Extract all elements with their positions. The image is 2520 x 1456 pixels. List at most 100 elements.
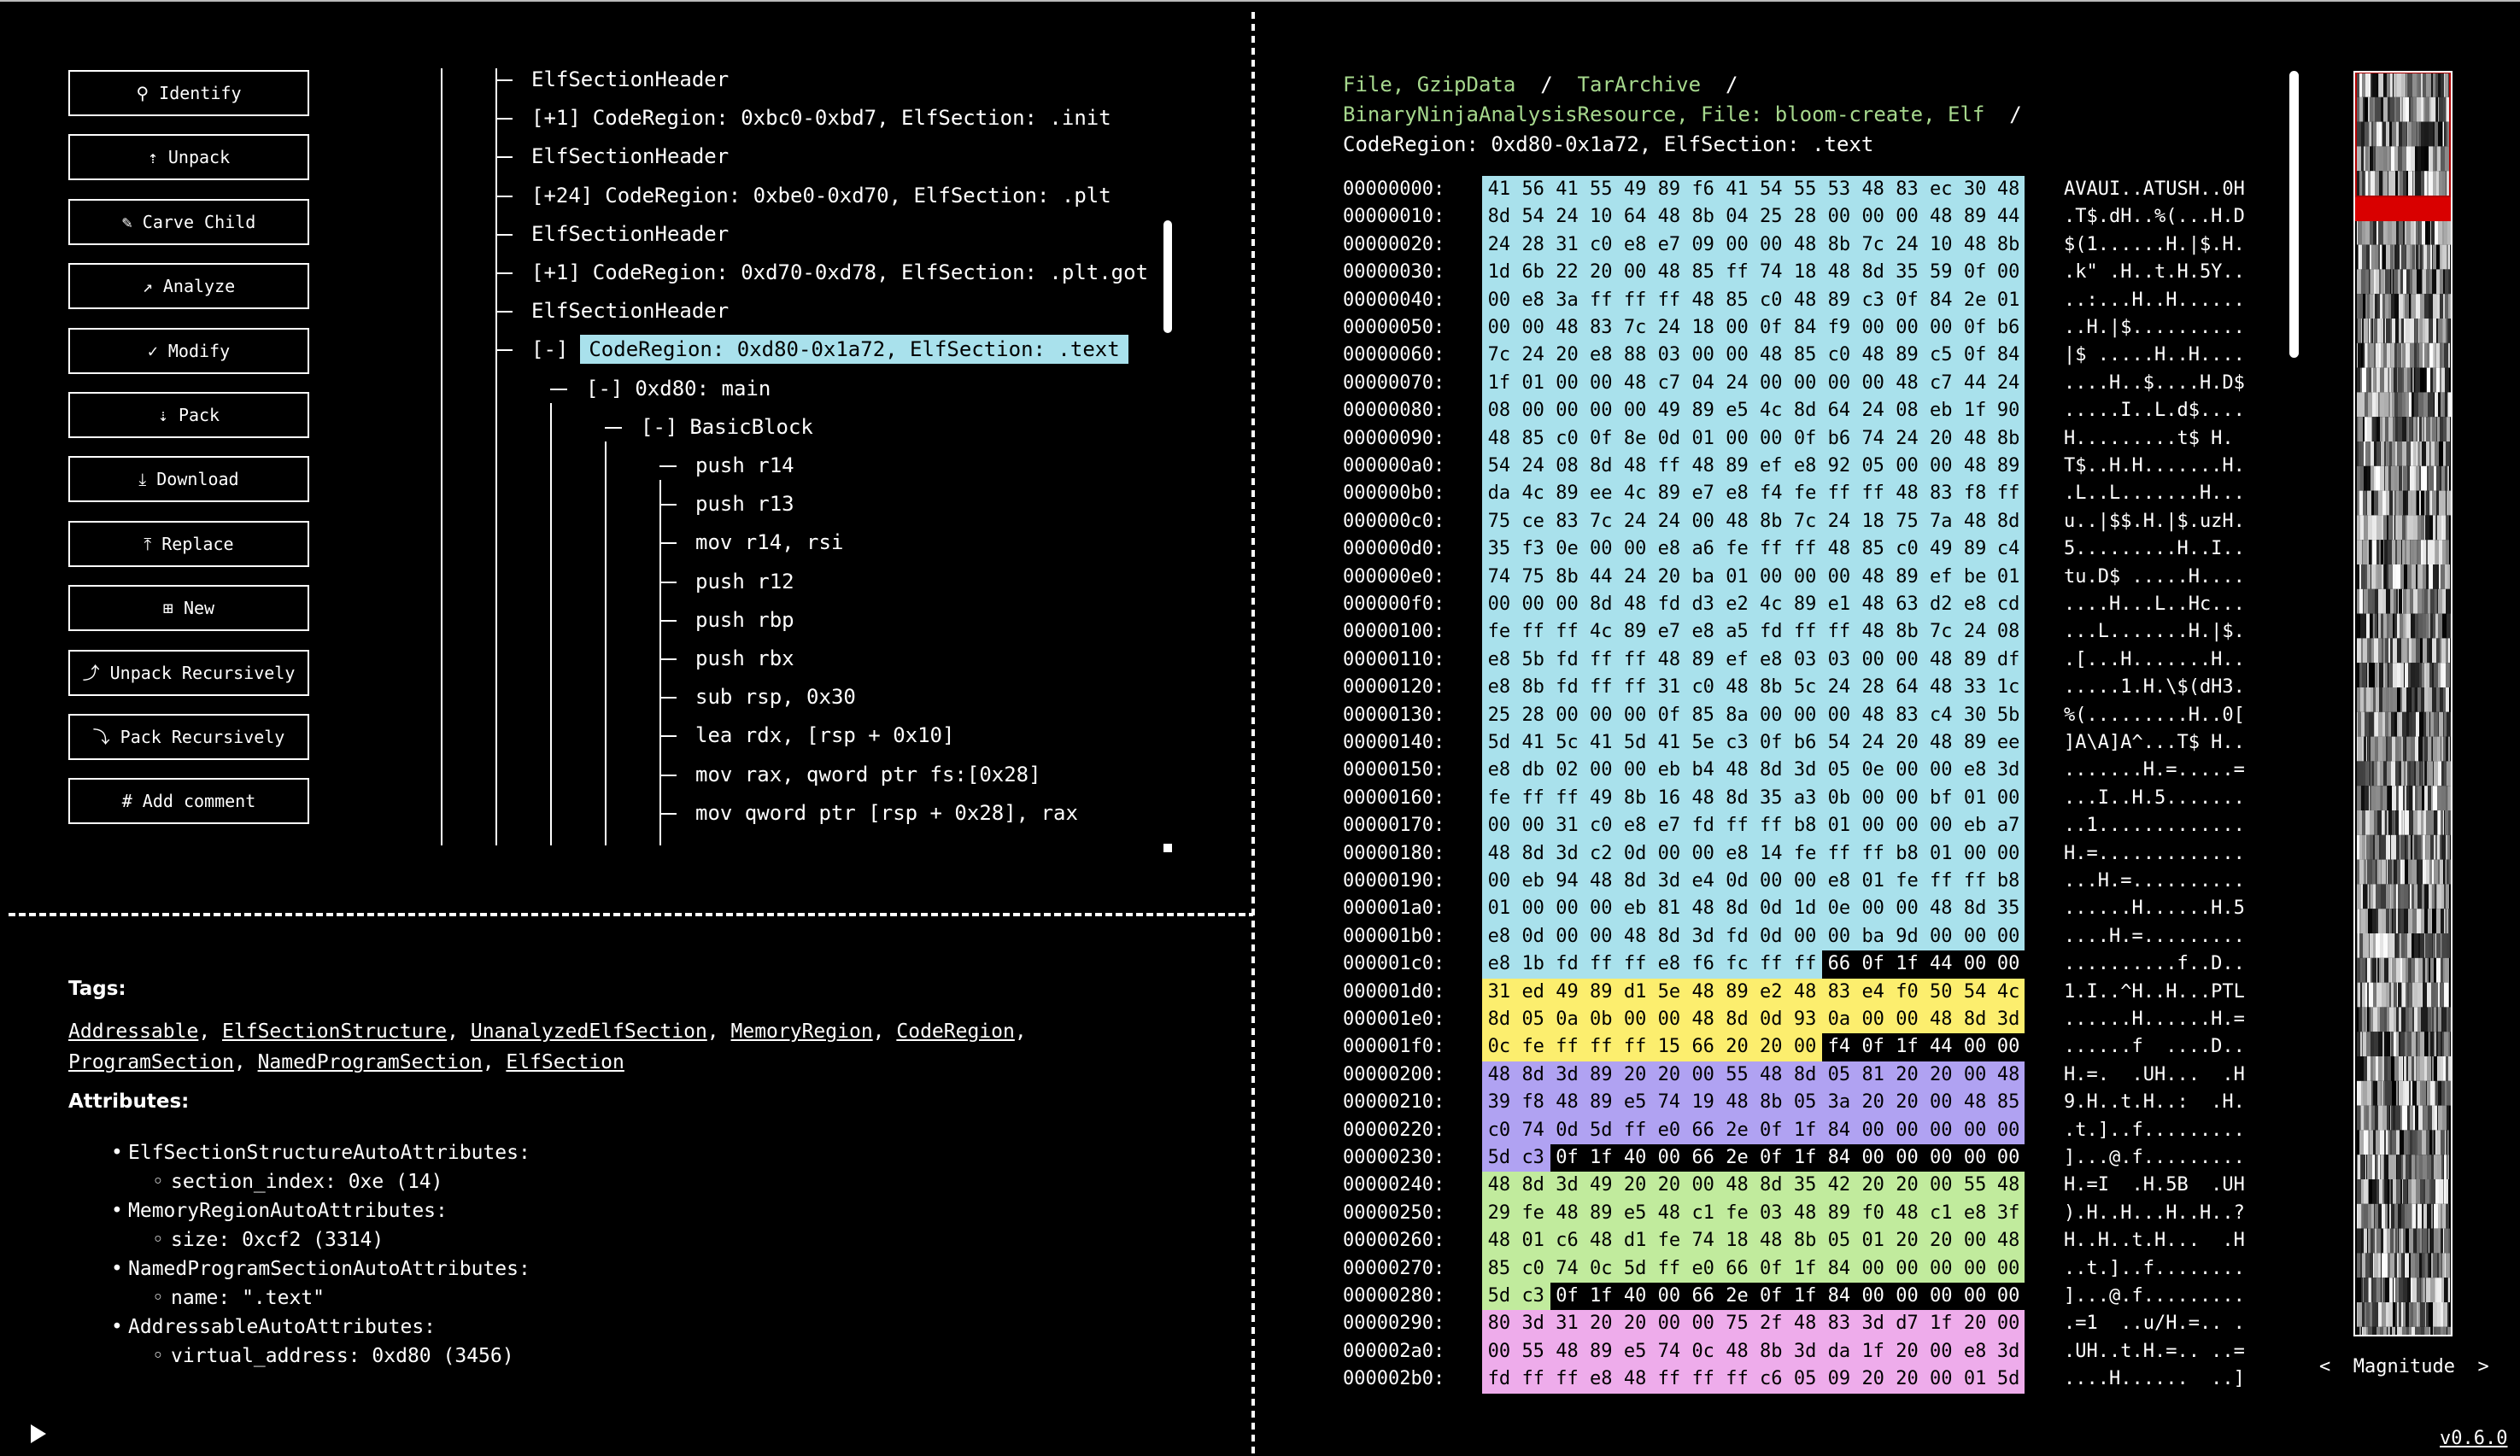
hex-byte[interactable]: 00	[1515, 895, 1550, 923]
hex-byte[interactable]: 0f	[1652, 701, 1686, 729]
hex-byte[interactable]: ff	[1855, 480, 1890, 508]
hex-byte[interactable]: 00	[1924, 922, 1959, 951]
hex-byte[interactable]: 5c	[1550, 729, 1585, 757]
hex-byte[interactable]: 8d	[1515, 1172, 1550, 1200]
hex-byte[interactable]: fd	[1685, 812, 1720, 840]
hex-byte[interactable]: 2e	[1720, 1144, 1755, 1172]
hex-byte[interactable]: 8a	[1720, 701, 1755, 729]
hex-byte[interactable]: 00	[1890, 1116, 1925, 1144]
hex-byte[interactable]: 05	[1822, 1061, 1856, 1090]
hex-byte[interactable]: 00	[1992, 950, 2025, 979]
hex-byte[interactable]: 28	[1788, 203, 1822, 231]
hex-byte[interactable]: ef	[1720, 646, 1755, 675]
hex-byte[interactable]: 66	[1685, 1144, 1720, 1172]
hex-byte[interactable]: 48	[1584, 868, 1619, 896]
hex-byte[interactable]: 48	[1890, 1199, 1925, 1228]
minimap-viewport-highlight[interactable]	[2355, 196, 2451, 221]
hex-byte[interactable]: 8d	[1855, 259, 1890, 287]
hex-byte[interactable]: 8d	[1754, 1172, 1789, 1200]
hex-byte[interactable]: 24	[1652, 507, 1686, 536]
hex-byte[interactable]: 00	[1482, 812, 1516, 840]
hex-byte[interactable]: 00	[1890, 757, 1925, 785]
hex-byte[interactable]: 4c	[1515, 480, 1550, 508]
hex-byte[interactable]: fe	[1788, 480, 1822, 508]
hex-scrollbar[interactable]	[2289, 71, 2299, 358]
hex-byte[interactable]: 74	[1855, 424, 1890, 453]
hex-byte[interactable]: e5	[1618, 1199, 1652, 1228]
hex-bytes[interactable]: e8 5b fd ff ff 48 89 ef e8 03 03 00 00 48 89 df	[1482, 646, 2027, 675]
hex-byte[interactable]: 00	[1652, 839, 1686, 868]
hex-byte[interactable]: ff	[1584, 646, 1619, 675]
hex-byte[interactable]: 3d	[1515, 1310, 1550, 1338]
hex-byte[interactable]: ff	[1788, 618, 1822, 646]
hex-byte[interactable]: 89	[1958, 535, 1992, 564]
hex-bytes[interactable]: 00 00 48 83 7c 24 18 00 0f 84 f9 00 00 00 0f b6	[1482, 314, 2027, 342]
hex-byte[interactable]: 00	[1822, 369, 1856, 398]
hex-bytes[interactable]: da 4c 89 ee 4c 89 e7 e8 f4 fe ff ff 48 83 f8 ff	[1482, 480, 2027, 508]
hex-byte[interactable]: 04	[1720, 203, 1755, 231]
hex-byte[interactable]: 8b	[1550, 563, 1585, 591]
tree-node[interactable]: ElfSectionHeader	[531, 142, 729, 171]
hex-byte[interactable]: 01	[1958, 1365, 1992, 1394]
hex-byte[interactable]: 48	[1482, 839, 1516, 868]
hex-byte[interactable]: 8d	[1958, 895, 1992, 923]
hex-byte[interactable]: 48	[1685, 453, 1720, 481]
hex-byte[interactable]: e8	[1482, 646, 1516, 675]
hex-byte[interactable]: 89	[1720, 978, 1755, 1006]
hex-byte[interactable]: 48	[1890, 369, 1925, 398]
hex-byte[interactable]: c3	[1515, 1144, 1550, 1172]
hex-byte[interactable]: 31	[1482, 978, 1516, 1006]
hex-byte[interactable]: 00	[1720, 314, 1755, 342]
hex-byte[interactable]: 1d	[1482, 259, 1516, 287]
hex-byte[interactable]: 29	[1482, 1199, 1516, 1228]
action-button-unpack[interactable]: ⇡ Unpack	[68, 134, 309, 181]
hex-byte[interactable]: 24	[1618, 507, 1652, 536]
hex-byte[interactable]: 1f	[1924, 1310, 1959, 1338]
hex-byte[interactable]: ba	[1855, 922, 1890, 951]
hex-byte[interactable]: 40	[1618, 1144, 1652, 1172]
hex-byte[interactable]: e8	[1754, 646, 1789, 675]
hex-byte[interactable]: 02	[1550, 757, 1585, 785]
hex-bytes[interactable]: 00 00 00 8d 48 fd d3 e2 4c 89 e1 48 63 d2 e8 cd	[1482, 591, 2027, 619]
hex-byte[interactable]: 20	[1618, 1061, 1652, 1090]
hex-bytes[interactable]: 48 85 c0 0f 8e 0d 01 00 00 0f b6 74 24 20 48 8b	[1482, 424, 2027, 453]
hex-byte[interactable]: 24	[1618, 563, 1652, 591]
hex-byte[interactable]: e8	[1958, 757, 1992, 785]
hex-byte[interactable]: e8	[1788, 453, 1822, 481]
hex-byte[interactable]: 53	[1822, 176, 1856, 204]
hex-byte[interactable]: 20	[1924, 424, 1959, 453]
hex-byte[interactable]: 81	[1855, 1061, 1890, 1090]
hex-byte[interactable]: 01	[1924, 839, 1959, 868]
hex-byte[interactable]: 1f	[1584, 1283, 1619, 1311]
hex-byte[interactable]: 00	[1754, 868, 1789, 896]
hex-byte[interactable]: 00	[1550, 922, 1585, 951]
hex-byte[interactable]: 3d	[1992, 1006, 2025, 1034]
hex-byte[interactable]: 49	[1652, 397, 1686, 425]
hex-byte[interactable]: 00	[1754, 701, 1789, 729]
hex-byte[interactable]: ff	[1550, 618, 1585, 646]
hex-byte[interactable]: c0	[1550, 424, 1585, 453]
hex-byte[interactable]: 41	[1584, 729, 1619, 757]
hex-byte[interactable]: 00	[1855, 314, 1890, 342]
hex-byte[interactable]: 28	[1515, 701, 1550, 729]
hex-byte[interactable]: 89	[1890, 342, 1925, 370]
hex-byte[interactable]: 05	[1788, 1365, 1822, 1394]
hex-byte[interactable]: a6	[1685, 535, 1720, 564]
hex-byte[interactable]: e5	[1720, 397, 1755, 425]
hex-byte[interactable]: ff	[1992, 480, 2025, 508]
hex-byte[interactable]: 3d	[1685, 922, 1720, 951]
hex-byte[interactable]: 8b	[1992, 424, 2025, 453]
hex-byte[interactable]: 00	[1855, 646, 1890, 675]
hex-byte[interactable]: 00	[1584, 397, 1619, 425]
hex-byte[interactable]: 00	[1890, 895, 1925, 923]
hex-byte[interactable]: 0f	[1788, 424, 1822, 453]
hex-byte[interactable]: 48	[1788, 1310, 1822, 1338]
hex-byte[interactable]: 5d	[1618, 1254, 1652, 1283]
hex-byte[interactable]: 00	[1958, 1116, 1992, 1144]
hex-byte[interactable]: 8d	[1652, 922, 1686, 951]
hex-byte[interactable]: 0e	[1855, 757, 1890, 785]
hex-byte[interactable]: 0f	[1550, 1283, 1585, 1311]
hex-byte[interactable]: 14	[1754, 839, 1789, 868]
hex-byte[interactable]: 89	[1958, 729, 1992, 757]
hex-byte[interactable]: 85	[1720, 286, 1755, 314]
